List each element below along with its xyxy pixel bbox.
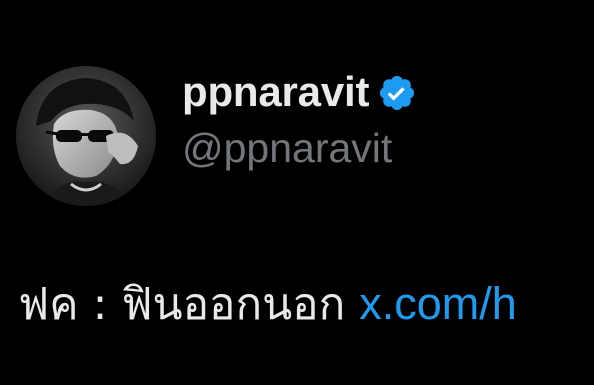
avatar[interactable] (16, 66, 156, 206)
tweet-body: ฟค : ฟินออกนอก (18, 279, 360, 330)
verified-badge-icon (377, 73, 417, 113)
tweet-text: ฟค : ฟินออกนอก x.com/h (18, 276, 517, 333)
tweet-card: ppnaravit @ppnaravit ฟค : ฟินออกนอก x.co… (0, 0, 594, 385)
author-handle[interactable]: @ppnaravit (182, 124, 392, 172)
tweet-link[interactable]: x.com/h (359, 278, 517, 329)
author-name-row: ppnaravit (182, 68, 417, 116)
display-name[interactable]: ppnaravit (182, 68, 369, 116)
avatar-photo (16, 66, 156, 206)
